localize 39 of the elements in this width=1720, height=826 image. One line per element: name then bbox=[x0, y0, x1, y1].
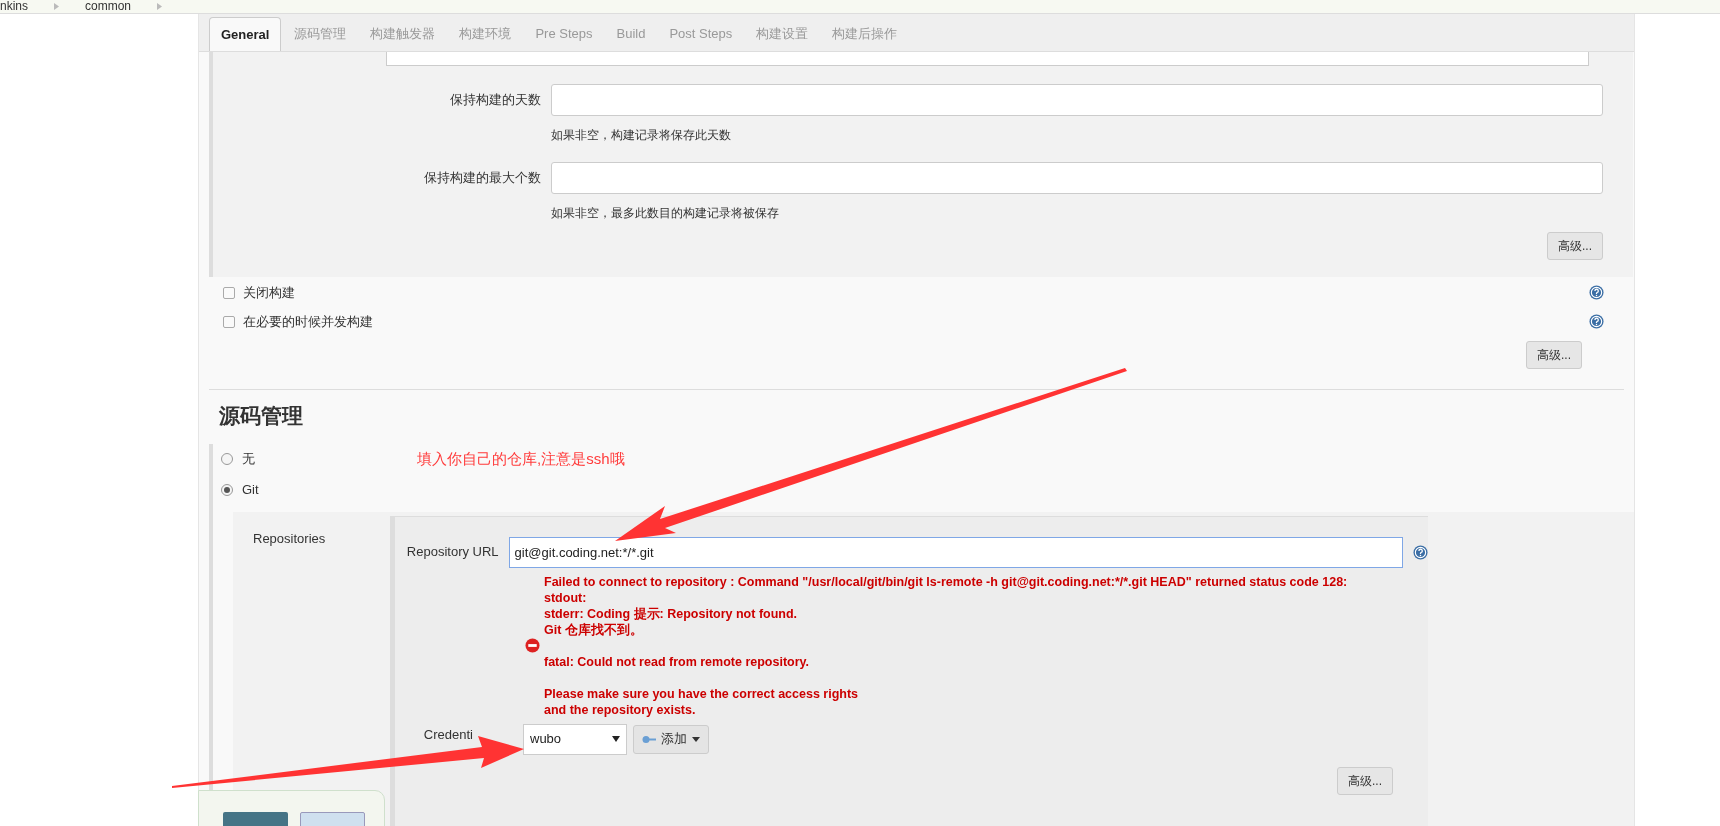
advanced-button[interactable]: 高级... bbox=[1337, 766, 1393, 795]
key-icon bbox=[642, 734, 656, 744]
section-title: 源码管理 bbox=[219, 403, 304, 429]
advanced-button[interactable]: 高级... bbox=[1526, 341, 1582, 369]
checkbox-label: 关闭构建 bbox=[243, 283, 295, 302]
repository-url-field[interactable]: git@git.coding.net:*/*.git bbox=[508, 536, 1403, 568]
advanced-button[interactable]: 高级... bbox=[1547, 232, 1603, 260]
error-icon bbox=[525, 638, 540, 653]
error-message: Failed to connect to repository : Command "/usr/local/git/bin/git ls-remote -h git@git.coding.net:*/*.git HEAD" returned status code 128: stdout: stderr: Coding 提示: Repository not found. Git 仓库找不到。 fatal: Could not read from remote repository. Please make sure you have the correct access rights and the repository exists. bbox=[544, 573, 1348, 718]
help-icon[interactable] bbox=[1413, 544, 1428, 560]
checkbox[interactable] bbox=[223, 286, 235, 299]
help-text: 如果非空，最多此数目的构建记录将被保存 bbox=[551, 205, 780, 222]
credentials-select[interactable]: wubo bbox=[523, 723, 627, 755]
radio-button[interactable] bbox=[221, 453, 233, 465]
radio-label: 无 bbox=[242, 450, 255, 469]
tab[interactable]: General bbox=[209, 17, 282, 51]
field-label: 保持构建的最大个数 bbox=[423, 169, 542, 187]
help-text: 如果非空，构建记录将保存此天数 bbox=[551, 127, 732, 144]
field-label: Repositories bbox=[253, 530, 326, 546]
input-field[interactable] bbox=[551, 84, 1603, 116]
help-icon[interactable] bbox=[1589, 285, 1604, 300]
checkbox-label: 在必要的时候并发构建 bbox=[243, 312, 373, 331]
dropdown-arrow-icon bbox=[612, 736, 620, 742]
radio-button[interactable] bbox=[221, 484, 233, 496]
caret-icon bbox=[692, 736, 700, 742]
breadcrumb-link[interactable]: nkins bbox=[0, 0, 28, 13]
chevron-icon bbox=[54, 2, 59, 10]
checkbox[interactable] bbox=[223, 315, 235, 328]
annotation-text: 填入你自己的仓库,注意是ssh哦 bbox=[417, 448, 625, 469]
help-icon[interactable] bbox=[1589, 314, 1604, 329]
field-label: Credenti bbox=[423, 726, 473, 745]
radio-label: Git bbox=[242, 481, 259, 500]
field-label: Repository URL bbox=[405, 543, 500, 562]
strategy-select[interactable] bbox=[386, 52, 1589, 66]
add-button[interactable]: 添加 bbox=[633, 724, 709, 754]
input-field[interactable] bbox=[551, 162, 1603, 194]
breadcrumb-link[interactable]: common bbox=[85, 0, 132, 13]
field-label: 保持构建的天数 bbox=[449, 91, 542, 109]
chevron-icon bbox=[157, 2, 163, 10]
